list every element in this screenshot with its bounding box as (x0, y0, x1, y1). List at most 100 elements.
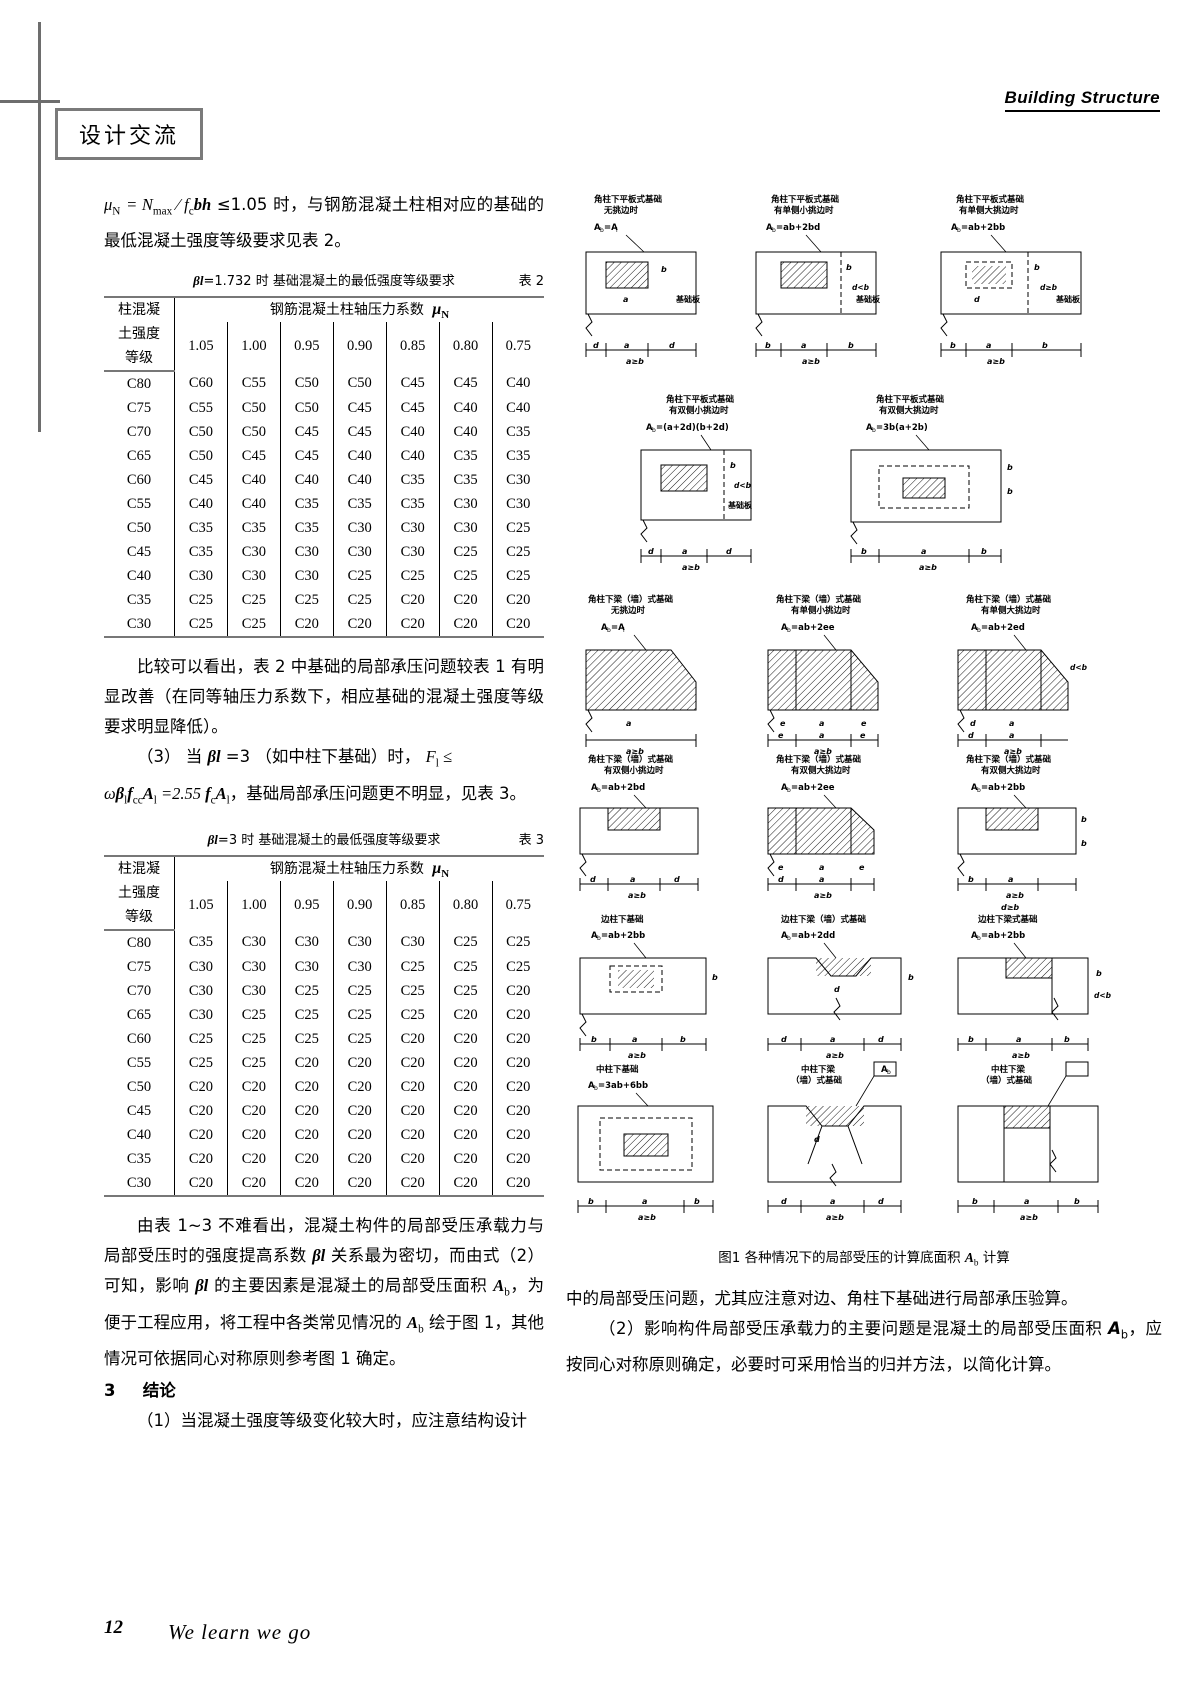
svg-text:a: a (1009, 731, 1014, 740)
table3-r8-c4: C20 (386, 1123, 440, 1148)
svg-text:a: a (623, 295, 628, 304)
svg-text:b: b (1042, 341, 1048, 350)
table3-r10-c3: C20 (333, 1171, 387, 1198)
svg-text:角柱下梁（墙）式基础: 角柱下梁（墙）式基础 (588, 754, 674, 765)
table2-r3-c6: C35 (506, 447, 531, 464)
fig-cell-4: 角柱下平板式基础 有双侧小挑边时 Ab =(a+2d)(b+2d) b d<b 基… (640, 394, 753, 572)
table2-r6-c5: C30 (439, 516, 493, 541)
svg-text:a≥b: a≥b (628, 891, 646, 900)
table3-r0-c5: C25 (439, 930, 493, 956)
table2-col-7: 0.75 (505, 338, 531, 355)
table2-r1-c0: C55 (174, 396, 228, 421)
fig-cell-13: 边柱下梁（墙）式基础 Ab =ab+2dd d b d a d a≥b (767, 914, 914, 1060)
svg-text:有单侧大挑边时: 有单侧大挑边时 (959, 205, 1019, 216)
table-row: C30 C25 C25 C20 C20 C20 C20 C20 (104, 612, 544, 639)
table-row: C40 C30 C30 C30 C25 C25 C25 C25 (104, 564, 544, 589)
table2-r3-c1: C45 (227, 444, 281, 469)
svg-text:b: b (1064, 1035, 1070, 1044)
svg-text:d: d (648, 547, 654, 556)
fig-cell-6: 角柱下梁（墙）式基础 无挑边时 Ab =Al a a≥b (585, 594, 697, 756)
conclusion-item-1: （1）当混凝土强度等级变化较大时，应注意结构设计 (137, 1410, 527, 1430)
table3-rowhdr-line2-row: 土强度 1.05 1.00 0.95 0.90 0.85 0.80 0.75 (104, 881, 544, 931)
svg-text:=ab+2bb: =ab+2bb (981, 783, 1025, 793)
table3-r6-c5: C20 (439, 1075, 493, 1100)
fig-cell-5: 角柱下平板式基础 有双侧大挑边时 Ab =3b(a+2b) b b b a b … (850, 394, 1013, 572)
table3-rowhdr-line3: 等级 (104, 905, 175, 932)
svg-text:b: b (591, 1035, 597, 1044)
conclusion-heading: 3 结论 (104, 1376, 544, 1406)
svg-text:e: e (860, 731, 866, 740)
svg-text:角柱下梁（墙）式基础: 角柱下梁（墙）式基础 (966, 754, 1052, 765)
table3-r0-c6: C25 (506, 934, 531, 951)
table3-r3-c5: C20 (439, 1003, 493, 1028)
table2-r6-c1: C35 (227, 516, 281, 541)
para-compare: 比较可以看出，表 2 中基础的局部承压问题较表 1 有明显改善（在同等轴压力系数… (104, 657, 544, 737)
svg-text:有单侧大挑边时: 有单侧大挑边时 (981, 605, 1041, 616)
svg-text:=ab+2bb: =ab+2bb (961, 223, 1005, 233)
table2-r4-c1: C40 (227, 468, 281, 493)
table3-r3-c2: C25 (280, 1003, 334, 1028)
table3-col-5: 0.85 (386, 881, 440, 931)
svg-text:=ab+2bd: =ab+2bd (776, 223, 820, 233)
table2-r9-c6: C20 (506, 591, 531, 608)
table3-group-header-symbol: μN (428, 860, 450, 881)
conclusion-2-a: （2）影响构件局部受压承载力的主要问题是混凝土的局部受压面积 (599, 1318, 1109, 1338)
svg-text:d≥b: d≥b (1001, 903, 1019, 912)
svg-text:e: e (861, 719, 867, 728)
figure-1-drawing: 角柱下平板式基础 无挑边时 Ab =Al a b 基础板 d a d a≥b 角… (577, 194, 1112, 1222)
table3-caption-beta: βl (207, 832, 218, 848)
table3-r10-c4: C20 (386, 1171, 440, 1198)
table3-r3-c1: C25 (227, 1003, 281, 1028)
table3-r3-c0: C30 (174, 1003, 228, 1028)
left-vertical-rule (38, 22, 41, 432)
table3-r9-c1: C20 (227, 1147, 281, 1172)
svg-text:有单侧小挑边时: 有单侧小挑边时 (774, 205, 834, 216)
table2-r9-grade: C35 (104, 588, 175, 613)
svg-text:e: e (859, 863, 865, 872)
svg-text:a: a (819, 875, 824, 884)
conclusion-item-2: （2）影响构件局部受压承载力的主要问题是混凝土的局部受压面积 Ab，应按同心对称… (566, 1314, 1162, 1380)
table3-r9-grade: C35 (104, 1147, 175, 1172)
table-row: C60 C25 C25 C25 C25 C20 C20 C20 (104, 1027, 544, 1052)
svg-text:d<b: d<b (852, 283, 870, 292)
para-case3-prefix: （3） 当 (137, 747, 208, 767)
table2-r3-c3: C40 (333, 444, 387, 469)
svg-text:=ab+2dd: =ab+2dd (791, 931, 835, 941)
table3-r7-c5: C20 (439, 1099, 493, 1124)
table2-r1-grade: C75 (104, 396, 175, 421)
table2-r9-c2: C25 (280, 588, 334, 613)
svg-text:d: d (970, 719, 976, 728)
svg-text:d: d (968, 731, 974, 740)
table3-r6-c2: C20 (280, 1075, 334, 1100)
table2-caption-number: 表 2 (518, 274, 544, 290)
table2-r10-c4: C20 (386, 612, 440, 639)
svg-text:b: b (661, 265, 667, 274)
table2-group-header-symbol: μN (428, 301, 450, 322)
table3-r1-c2: C30 (280, 955, 334, 980)
table-row: C75 C30 C30 C30 C30 C25 C25 C25 (104, 955, 544, 980)
svg-text:=ab+2bd: =ab+2bd (601, 783, 645, 793)
table3-r2-c6: C20 (506, 982, 531, 999)
table3-r3-c3: C25 (333, 1003, 387, 1028)
table2-r4-c6: C30 (506, 471, 531, 488)
table2-r4-c3: C40 (333, 468, 387, 493)
table2-r7-c6: C25 (506, 543, 531, 560)
table3-r9-c3: C20 (333, 1147, 387, 1172)
svg-text:b: b (765, 341, 771, 350)
table2-col-2: 1.00 (227, 322, 281, 372)
table3-r10-c2: C20 (280, 1171, 334, 1198)
para-summary-beta-2: βl (195, 1276, 209, 1296)
svg-text:=3ab+6bb: =3ab+6bb (598, 1081, 648, 1091)
svg-text:d: d (781, 1035, 787, 1044)
svg-text:d: d (878, 1197, 884, 1206)
table3-caption-text: βl=3 时 基础混凝土的最低强度等级要求 (208, 829, 441, 848)
svg-text:有双侧大挑边时: 有双侧大挑边时 (981, 765, 1041, 776)
table3-r10-c1: C20 (227, 1171, 281, 1198)
svg-text:d: d (674, 875, 680, 884)
table2-r10-c3: C20 (333, 612, 387, 639)
table2-r3-grade: C65 (104, 444, 175, 469)
fig-cell-10: 角柱下梁（墙）式基础 有双侧大挑边时 Ab =ab+2ee e a e d a a… (767, 754, 875, 900)
table3-r0-c0: C35 (174, 930, 228, 956)
table3-r5-c0: C25 (174, 1051, 228, 1076)
svg-text:中柱下基础: 中柱下基础 (596, 1064, 639, 1075)
